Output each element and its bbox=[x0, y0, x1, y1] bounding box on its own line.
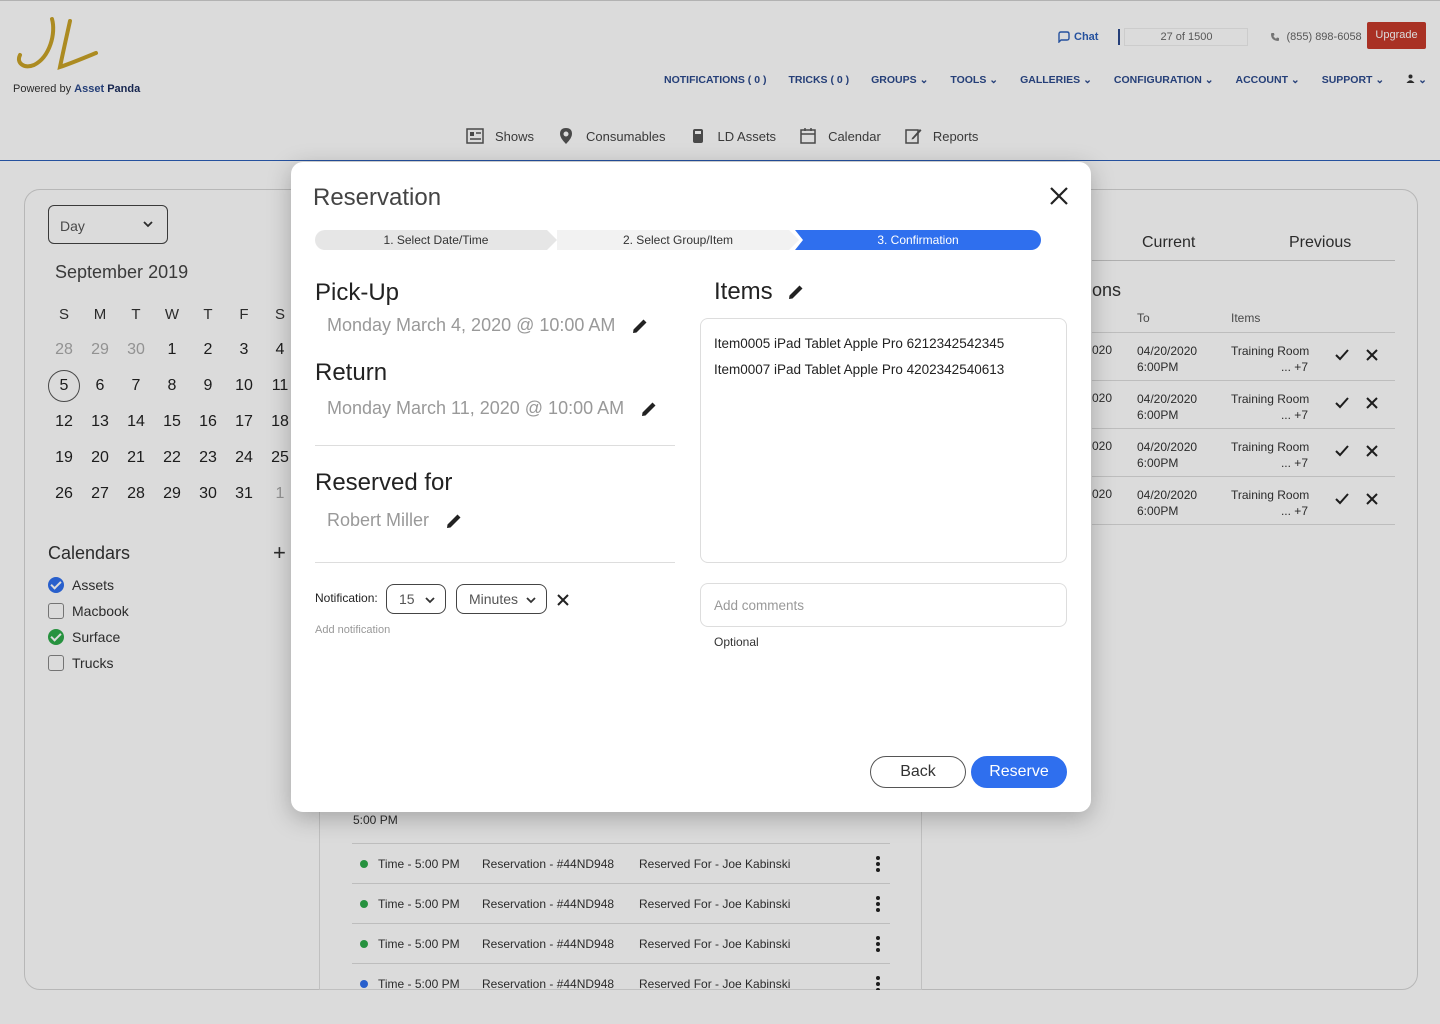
comments-input[interactable] bbox=[700, 583, 1067, 627]
list-item: Item0005 iPad Tablet Apple Pro 621234254… bbox=[714, 336, 1005, 351]
edit-items-icon[interactable] bbox=[787, 283, 805, 301]
divider bbox=[315, 562, 675, 563]
pickup-heading: Pick-Up bbox=[315, 279, 400, 306]
reserved-for-value: Robert Miller bbox=[327, 510, 463, 531]
step-select-date-time[interactable]: 1. Select Date/Time bbox=[315, 230, 557, 250]
step-select-group-item[interactable]: 2. Select Group/Item bbox=[557, 230, 799, 250]
stepper: 1. Select Date/Time 2. Select Group/Item… bbox=[315, 230, 1041, 250]
return-heading: Return bbox=[315, 359, 388, 386]
reserved-for-heading: Reserved for bbox=[315, 469, 453, 496]
items-heading: Items bbox=[714, 278, 805, 306]
close-icon[interactable] bbox=[1048, 185, 1070, 207]
modal-title: Reservation bbox=[313, 184, 442, 211]
notification-label: Notification: bbox=[315, 591, 378, 605]
reservation-modal: Reservation 1. Select Date/Time 2. Selec… bbox=[291, 162, 1091, 812]
notification-unit-select[interactable]: Minutes bbox=[456, 584, 547, 614]
divider bbox=[315, 445, 675, 446]
add-notification-link[interactable]: Add notification bbox=[315, 624, 390, 636]
comments-hint: Optional bbox=[714, 635, 759, 649]
chevron-down-icon bbox=[425, 597, 435, 604]
back-button[interactable]: Back bbox=[870, 756, 966, 788]
notification-amount-select[interactable]: 15 bbox=[386, 584, 446, 614]
pickup-value: Monday March 4, 2020 @ 10:00 AM bbox=[327, 315, 649, 336]
list-item: Item0007 iPad Tablet Apple Pro 420234254… bbox=[714, 362, 1005, 377]
edit-reserved-for-icon[interactable] bbox=[445, 512, 463, 530]
return-value: Monday March 11, 2020 @ 10:00 AM bbox=[327, 398, 658, 419]
remove-notification-icon[interactable] bbox=[555, 592, 571, 608]
step-confirmation[interactable]: 3. Confirmation bbox=[795, 230, 1041, 250]
reserve-button[interactable]: Reserve bbox=[971, 756, 1067, 788]
items-list: Item0005 iPad Tablet Apple Pro 621234254… bbox=[700, 318, 1067, 563]
edit-pickup-icon[interactable] bbox=[631, 317, 649, 335]
chevron-down-icon bbox=[526, 597, 536, 604]
edit-return-icon[interactable] bbox=[640, 400, 658, 418]
